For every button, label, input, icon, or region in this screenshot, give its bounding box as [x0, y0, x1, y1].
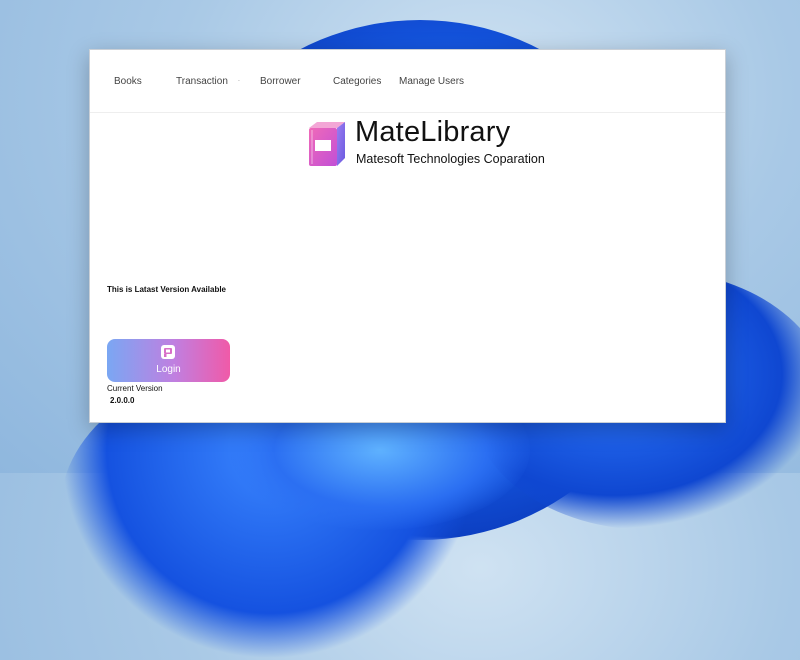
current-version-value: 2.0.0.0 — [110, 396, 135, 405]
book-icon — [309, 122, 345, 166]
menu-bar: Books Transaction · Borrower Categories … — [90, 50, 725, 113]
login-button[interactable]: Login — [107, 339, 230, 382]
menu-item-books[interactable]: Books — [114, 76, 142, 87]
version-status-message: This is Latast Version Available — [107, 285, 227, 294]
app-subtitle: Matesoft Technologies Coparation — [356, 152, 545, 166]
menu-item-manage-users[interactable]: Manage Users — [399, 76, 464, 87]
menu-item-transaction[interactable]: Transaction — [176, 76, 228, 87]
current-version-label: Current Version — [107, 384, 163, 393]
login-icon — [161, 345, 175, 359]
app-window: Books Transaction · Borrower Categories … — [89, 49, 726, 423]
app-title: MateLibrary — [355, 116, 511, 148]
menu-item-borrower[interactable]: Borrower — [260, 76, 301, 87]
menu-item-categories[interactable]: Categories — [333, 76, 381, 87]
login-label: Login — [156, 364, 181, 375]
menu-separator: · — [238, 78, 240, 85]
